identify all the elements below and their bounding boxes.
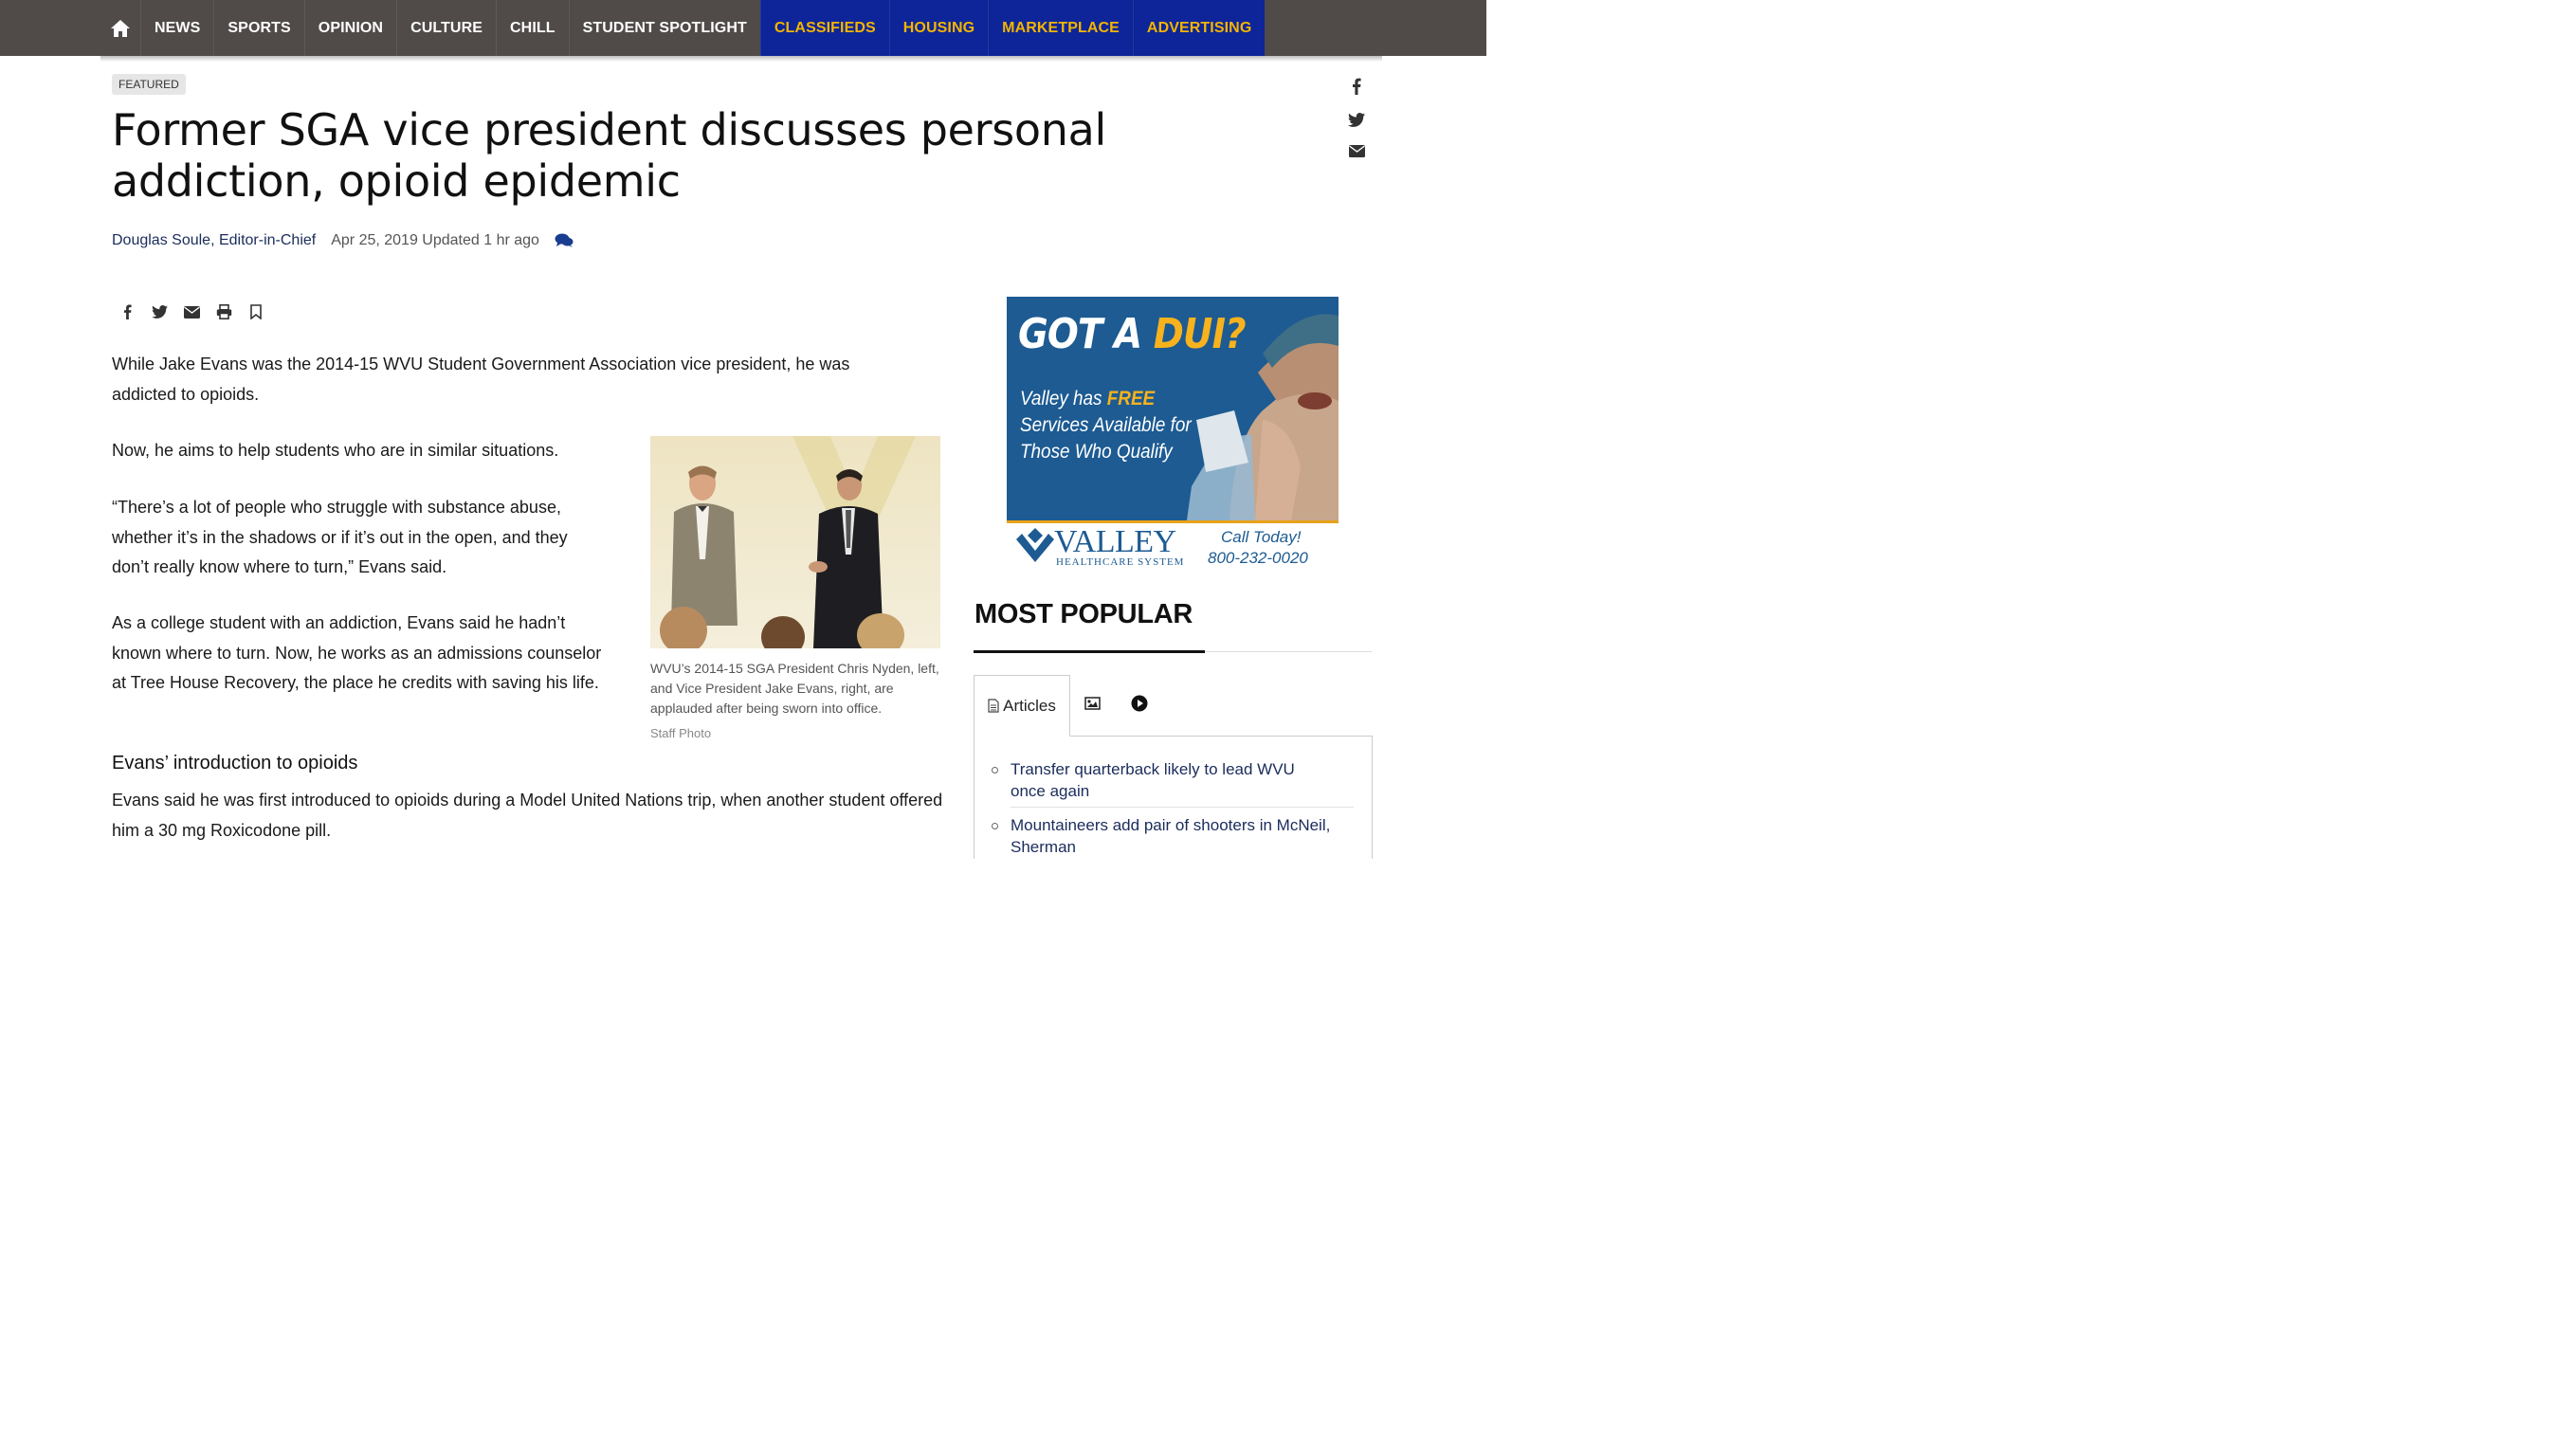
nav-chill[interactable]: CHILL xyxy=(496,0,569,56)
tab-articles[interactable]: Articles xyxy=(974,675,1070,737)
article-paragraph-3: “There’s a lot of people who struggle wi… xyxy=(112,498,568,576)
home-icon[interactable] xyxy=(100,0,140,56)
twitter-icon[interactable] xyxy=(1348,113,1365,132)
nav-culture[interactable]: CULTURE xyxy=(396,0,496,56)
nav-housing[interactable]: HOUSING xyxy=(888,0,989,56)
nav-sports[interactable]: SPORTS xyxy=(213,0,303,56)
article-paragraph-5: Evans said he was first introduced to op… xyxy=(112,791,943,840)
article-subhead: Evans’ introduction to opioids xyxy=(112,753,358,774)
bookmark-icon[interactable] xyxy=(247,302,264,321)
article-paragraph-1: While Jake Evans was the 2014-15 WVU Stu… xyxy=(112,355,850,404)
most-popular-panel: Transfer quarterback likely to lead WVU … xyxy=(974,736,1373,859)
email-icon[interactable] xyxy=(183,302,200,321)
photo-caption: WVU’s 2014-15 SGA President Chris Nyden,… xyxy=(650,661,939,716)
nav-advertising[interactable]: ADVERTISING xyxy=(1132,0,1266,56)
article-date: Apr 25, 2019 Updated 1 hr ago xyxy=(331,232,539,248)
ad-banner: GOT A DUI? Valley has FREE Services Avai… xyxy=(1007,297,1339,520)
article-paragraph-2: Now, he aims to help students who are in… xyxy=(112,441,559,460)
nav-bar: NEWS SPORTS OPINION CULTURE CHILL STUDEN… xyxy=(100,0,1266,56)
article-photo[interactable] xyxy=(650,436,940,648)
play-icon xyxy=(1131,695,1148,717)
ad-body-prefix: Valley has xyxy=(1020,388,1107,410)
most-popular-underline xyxy=(974,650,1205,653)
nav-opinion[interactable]: OPINION xyxy=(303,0,396,56)
ad-phone: 800-232-0020 xyxy=(1208,549,1308,567)
valley-logo-icon xyxy=(1014,526,1056,569)
most-popular-tabs: Articles xyxy=(974,675,1372,737)
nav-news[interactable]: NEWS xyxy=(140,0,213,56)
ad-body-suffix: Services Available for Those Who Qualify xyxy=(1020,414,1192,463)
article-headline: Former SGA vice president discusses pers… xyxy=(112,104,1106,207)
ad-headline-highlight: DUI? xyxy=(1153,310,1247,358)
tab-photos[interactable] xyxy=(1084,675,1101,736)
tab-articles-label: Articles xyxy=(1003,696,1056,715)
side-share-bar xyxy=(1346,78,1367,162)
popular-item-1[interactable]: Transfer quarterback likely to lead WVU … xyxy=(1011,758,1333,802)
print-icon[interactable] xyxy=(215,302,232,321)
nav-shadow xyxy=(100,56,1382,62)
email-icon[interactable] xyxy=(1348,145,1365,162)
ad-brand-sub: HEALTHCARE SYSTEM xyxy=(1056,555,1185,568)
list-bullet xyxy=(992,767,998,774)
article-tools xyxy=(118,302,264,321)
article-paragraph-4: As a college student with an addiction, … xyxy=(112,613,602,692)
author-link[interactable]: Douglas Soule, Editor-in-Chief xyxy=(112,232,316,249)
nav-student-spotlight[interactable]: STUDENT SPOTLIGHT xyxy=(568,0,760,56)
ad-headline: GOT A DUI? xyxy=(1018,310,1247,358)
nav-classifieds[interactable]: CLASSIFIEDS xyxy=(759,0,889,56)
ad-body: Valley has FREE Services Available for T… xyxy=(1020,386,1208,465)
document-icon xyxy=(988,699,999,713)
ad-brand: VALLEY xyxy=(1054,523,1176,559)
most-popular-title: MOST POPULAR xyxy=(974,599,1193,629)
byline: Douglas Soule, Editor-in-Chief Apr 25, 2… xyxy=(112,232,574,249)
list-divider xyxy=(1011,807,1354,808)
ad-logo: VALLEY HEALTHCARE SYSTEM xyxy=(1014,523,1185,569)
ad-body-free: FREE xyxy=(1106,388,1156,410)
ad-call: Call Today! 800-232-0020 xyxy=(1208,527,1308,569)
twitter-icon[interactable] xyxy=(151,302,168,321)
image-icon xyxy=(1084,696,1101,715)
facebook-icon[interactable] xyxy=(118,302,136,321)
top-navigation: NEWS SPORTS OPINION CULTURE CHILL STUDEN… xyxy=(0,0,1486,56)
list-bullet xyxy=(992,823,998,829)
popular-item-2[interactable]: Mountaineers add pair of shooters in McN… xyxy=(1011,814,1333,858)
advertisement[interactable]: GOT A DUI? Valley has FREE Services Avai… xyxy=(1007,297,1339,572)
comments-icon[interactable] xyxy=(555,233,574,248)
ad-headline-main: GOT A xyxy=(1018,310,1154,358)
ad-call-text: Call Today! xyxy=(1221,528,1302,546)
photo-credit: Staff Photo xyxy=(650,726,712,740)
nav-marketplace[interactable]: MARKETPLACE xyxy=(988,0,1133,56)
featured-tag[interactable]: FEATURED xyxy=(112,74,186,95)
facebook-icon[interactable] xyxy=(1352,78,1361,100)
ad-divider xyxy=(1007,520,1339,523)
tab-videos[interactable] xyxy=(1131,675,1148,736)
